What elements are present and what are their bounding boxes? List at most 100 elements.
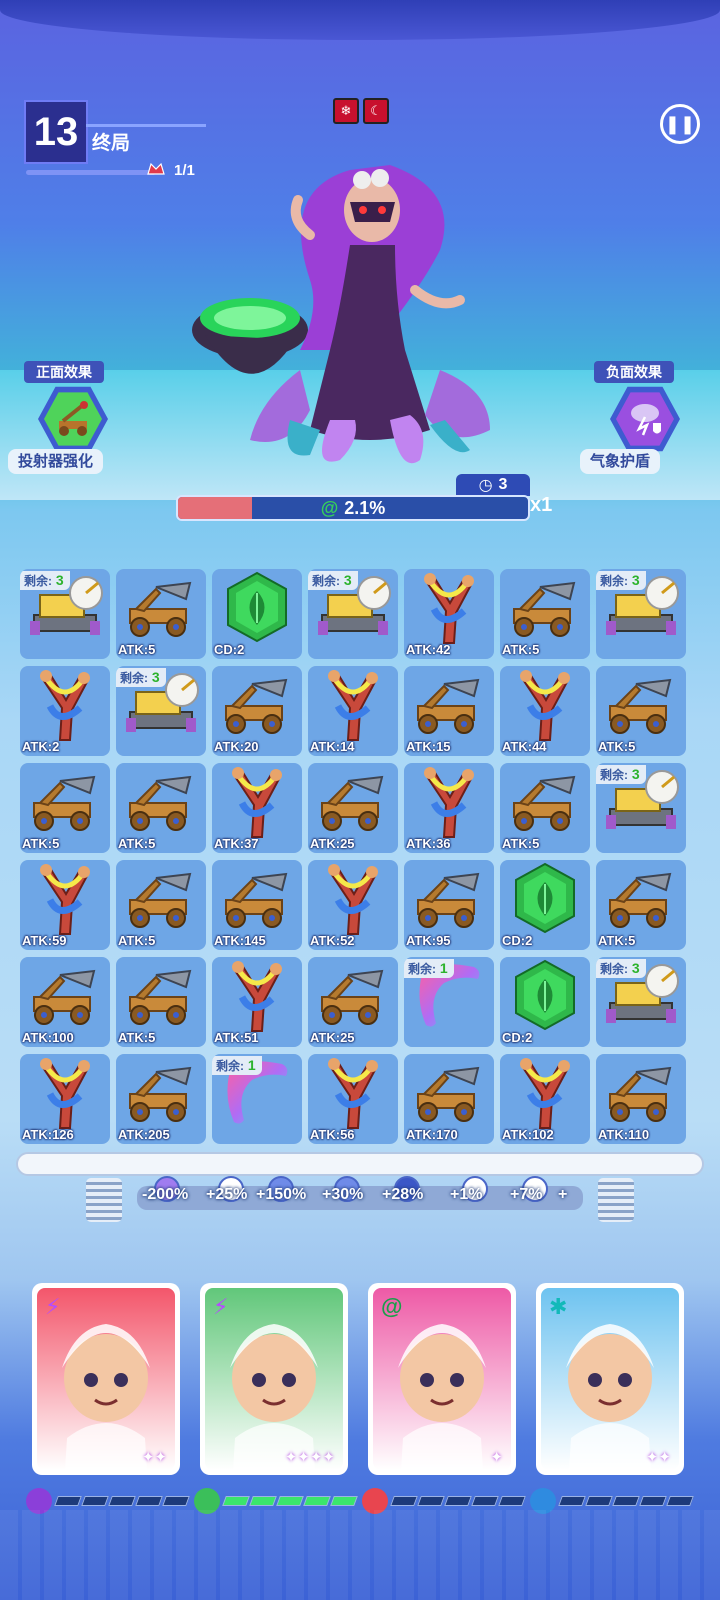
- negative-effect-label: 气象护盾: [580, 449, 661, 474]
- energy-segment: [585, 1496, 613, 1506]
- pause-button[interactable]: ❚❚: [660, 104, 700, 144]
- catapult-icon: [212, 666, 302, 742]
- catapult-icon: [404, 1054, 494, 1130]
- maid-hero-card[interactable]: @ ✦: [368, 1283, 516, 1475]
- catapult-cell[interactable]: ATK:5: [596, 666, 686, 756]
- bear-hood-hero-card[interactable]: ⚡ ✦✦✦✦: [200, 1283, 348, 1475]
- gem-cell[interactable]: CD:2: [212, 569, 302, 659]
- slingshot-icon: [404, 763, 494, 839]
- cell-stat: ATK:2: [22, 739, 60, 754]
- slingshot-cell[interactable]: ATK:126: [20, 1054, 110, 1144]
- sickle-icon[interactable]: ☾: [363, 98, 389, 124]
- radar-cell[interactable]: 剩余: 3: [308, 569, 398, 659]
- gem-cell[interactable]: CD:2: [500, 957, 590, 1047]
- slingshot-cell[interactable]: ATK:52: [308, 860, 398, 950]
- headset-hero-portrait: ✱ ✦✦: [541, 1288, 679, 1470]
- snowflake-icon[interactable]: ❄: [333, 98, 359, 124]
- catapult-cell[interactable]: ATK:145: [212, 860, 302, 950]
- energy-segment: [471, 1496, 499, 1506]
- catapult-cell[interactable]: ATK:5: [116, 957, 206, 1047]
- slingshot-cell[interactable]: ATK:2: [20, 666, 110, 756]
- remaining-count: 3: [628, 572, 640, 588]
- catapult-cell[interactable]: ATK:5: [116, 860, 206, 950]
- radar-cell[interactable]: 剩余: 3: [596, 763, 686, 853]
- energy-segment: [108, 1496, 136, 1506]
- cell-stat: ATK:5: [502, 642, 540, 657]
- bear-hood-hero-portrait: ⚡ ✦✦✦✦: [205, 1288, 343, 1470]
- energy-segment: [498, 1496, 526, 1506]
- remaining-count: 3: [148, 669, 160, 685]
- buff-value: +28%: [382, 1186, 424, 1203]
- catapult-icon: [500, 763, 590, 839]
- catapult-cell[interactable]: ATK:5: [500, 763, 590, 853]
- catapult-cell[interactable]: ATK:25: [308, 763, 398, 853]
- slingshot-icon: [308, 860, 398, 936]
- slingshot-icon: [308, 666, 398, 742]
- slingshot-cell[interactable]: ATK:44: [500, 666, 590, 756]
- caveman-hero-card[interactable]: ⚡ ✦✦: [32, 1283, 180, 1475]
- radar-cell[interactable]: 剩余: 3: [116, 666, 206, 756]
- element-icon: ⚡: [45, 1294, 61, 1319]
- boomerang-cell[interactable]: 剩余: 1: [404, 957, 494, 1047]
- energy-segment: [54, 1496, 82, 1506]
- slingshot-cell[interactable]: ATK:36: [404, 763, 494, 853]
- catapult-icon: [596, 1054, 686, 1130]
- right-spring: [598, 1178, 634, 1222]
- catapult-cell[interactable]: ATK:100: [20, 957, 110, 1047]
- slingshot-icon: [20, 860, 110, 936]
- energy-segment: [276, 1496, 304, 1506]
- catapult-icon: [20, 957, 110, 1033]
- level-progress-bar: [26, 170, 156, 175]
- catapult-cell[interactable]: ATK:110: [596, 1054, 686, 1144]
- catapult-cell[interactable]: ATK:15: [404, 666, 494, 756]
- headset-hero-card[interactable]: ✱ ✦✦: [536, 1283, 684, 1475]
- catapult-cell[interactable]: ATK:170: [404, 1054, 494, 1144]
- cell-stat: ATK:5: [598, 739, 636, 754]
- negative-effect-label-wrap: 气象护盾: [580, 449, 661, 474]
- hero-stars: ✦: [490, 1449, 503, 1466]
- hero-stars: ✦✦: [645, 1449, 671, 1466]
- cell-stat: ATK:25: [310, 836, 355, 851]
- slingshot-cell[interactable]: ATK:102: [500, 1054, 590, 1144]
- top-banner: [0, 0, 720, 40]
- catapult-icon: [212, 860, 302, 936]
- catapult-cell[interactable]: ATK:95: [404, 860, 494, 950]
- catapult-cell[interactable]: ATK:25: [308, 957, 398, 1047]
- radar-cell[interactable]: 剩余: 3: [20, 569, 110, 659]
- cell-stat: ATK:36: [406, 836, 451, 851]
- radar-cell[interactable]: 剩余: 3: [596, 569, 686, 659]
- remaining-tag: 剩余: 3: [596, 959, 646, 978]
- cell-stat: ATK:102: [502, 1127, 554, 1142]
- slingshot-icon: [500, 1054, 590, 1130]
- catapult-cell[interactable]: ATK:5: [596, 860, 686, 950]
- boomerang-cell[interactable]: 剩余: 1: [212, 1054, 302, 1144]
- catapult-cell[interactable]: ATK:5: [116, 763, 206, 853]
- witch-boss[interactable]: [190, 150, 510, 480]
- slingshot-cell[interactable]: ATK:37: [212, 763, 302, 853]
- level-number: 13: [33, 109, 79, 154]
- radar-cell[interactable]: 剩余: 3: [596, 957, 686, 1047]
- element-icon: ⚡: [213, 1294, 229, 1319]
- catapult-cell[interactable]: ATK:20: [212, 666, 302, 756]
- buff-value: +30%: [322, 1186, 364, 1203]
- cell-stat: CD:2: [502, 1030, 533, 1045]
- cell-stat: ATK:5: [118, 1030, 156, 1045]
- catapult-cell[interactable]: ATK:5: [500, 569, 590, 659]
- gem-icon: [500, 860, 590, 936]
- slingshot-cell[interactable]: ATK:14: [308, 666, 398, 756]
- catapult-icon: [404, 666, 494, 742]
- slingshot-cell[interactable]: ATK:56: [308, 1054, 398, 1144]
- gem-icon: [500, 957, 590, 1033]
- cell-stat: ATK:170: [406, 1127, 458, 1142]
- remaining-label: 剩余:: [120, 671, 148, 685]
- slingshot-cell[interactable]: ATK:42: [404, 569, 494, 659]
- slingshot-cell[interactable]: ATK:51: [212, 957, 302, 1047]
- remaining-tag: 剩余: 3: [596, 571, 646, 590]
- catapult-cell[interactable]: ATK:5: [20, 763, 110, 853]
- hero-stars: ✦✦: [141, 1449, 167, 1466]
- slingshot-cell[interactable]: ATK:59: [20, 860, 110, 950]
- catapult-cell[interactable]: ATK:5: [116, 569, 206, 659]
- gem-cell[interactable]: CD:2: [500, 860, 590, 950]
- catapult-cell[interactable]: ATK:205: [116, 1054, 206, 1144]
- cell-stat: ATK:15: [406, 739, 451, 754]
